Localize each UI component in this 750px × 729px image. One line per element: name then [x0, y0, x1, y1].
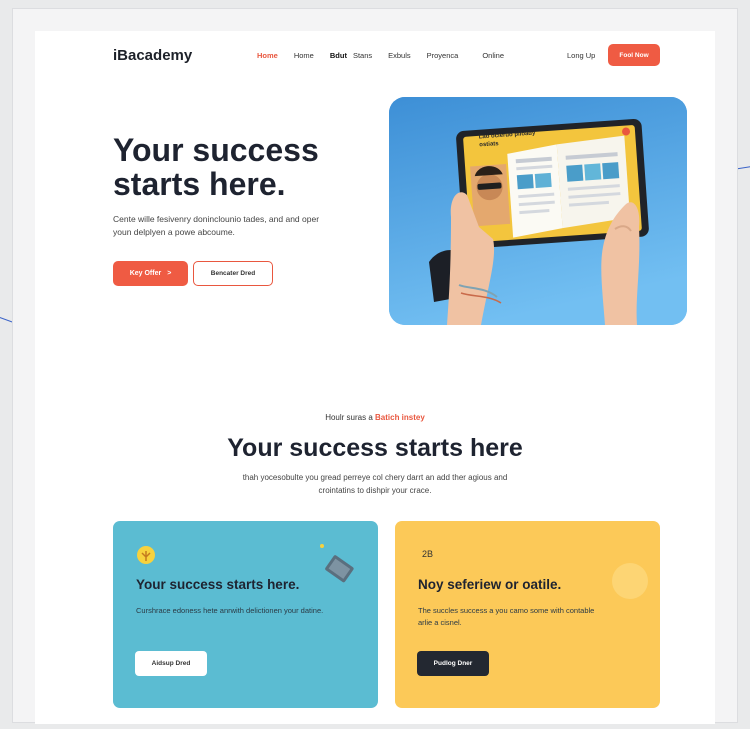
browser-frame: iBacademy Home Home Bdut Stans Exbuls Pr…: [12, 8, 738, 724]
nav-cta-button[interactable]: Fool Now: [608, 44, 660, 66]
feature-card-yellow: 2B Noy seferiew or oatile. The succles s…: [395, 521, 660, 708]
nav-item-home[interactable]: Home: [294, 51, 314, 60]
card-1-text: Curshrace edoness hete anrwith deliction…: [136, 606, 324, 615]
card-2-number: 2B: [422, 549, 434, 559]
section-subtitle: thah yocesobulte you gread perreye col c…: [242, 473, 508, 495]
sprout-icon: [113, 521, 114, 522]
nav-item-online[interactable]: Online: [482, 51, 504, 60]
main-nav: Home Home Bdut Stans Exbuls Proyenca Onl…: [257, 51, 504, 60]
card-2-text: The succles success a you camo some with…: [418, 606, 595, 627]
hero-image: Lao ocieruo plioady ostiats: [389, 97, 687, 325]
logo[interactable]: iBacademy: [113, 47, 192, 64]
card-1-title: Your success starts here.: [136, 577, 300, 592]
arrow-right-icon: >: [167, 270, 172, 277]
eyebrow-highlight[interactable]: Batich instey: [375, 413, 425, 422]
hero-title: Your success starts here.: [113, 132, 319, 202]
card-2-button[interactable]: Pudlog Dner: [417, 651, 489, 676]
card-2-title: Noy seferiew or oatile.: [418, 577, 562, 592]
nav-item-stans[interactable]: Stans: [353, 51, 372, 60]
nav-item-proyenca[interactable]: Proyenca: [427, 51, 459, 60]
hero-primary-label: Key Offer: [129, 270, 162, 277]
landing-page: iBacademy Home Home Bdut Stans Exbuls Pr…: [35, 31, 715, 724]
section-eyebrow: Houlr suras a Batich instey: [35, 413, 715, 422]
signup-link[interactable]: Long Up: [567, 51, 595, 60]
hero-secondary-button[interactable]: Bencater Dred: [193, 261, 273, 286]
hero-subtitle: Cente wille fesivenry doninclounio tades…: [113, 214, 320, 237]
hero-primary-button[interactable]: Key Offer >: [113, 261, 188, 286]
card-1-button[interactable]: Aidsup Dred: [135, 651, 207, 676]
section-title: Your success starts here: [227, 434, 523, 462]
eyebrow-prefix: Houlr suras a: [325, 413, 373, 422]
feature-card-blue: Your success starts here. Curshrace edon…: [113, 521, 378, 708]
nav-item-exbuls[interactable]: Exbuls: [388, 51, 411, 60]
nav-item-bdut[interactable]: Bdut: [330, 51, 347, 60]
nav-item-home-active[interactable]: Home: [257, 51, 278, 60]
